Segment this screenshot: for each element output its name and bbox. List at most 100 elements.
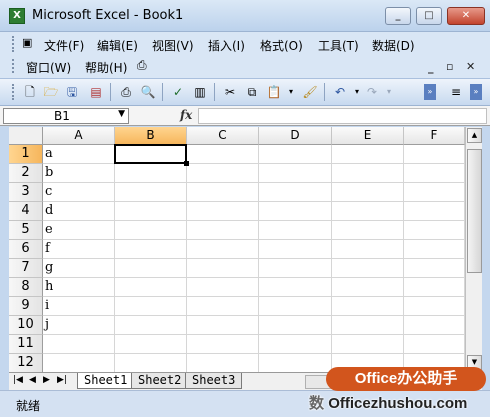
sheet-tab-2[interactable]: Sheet2	[131, 373, 189, 389]
cell-a3[interactable]: c	[43, 183, 115, 202]
cell-e3[interactable]	[332, 183, 404, 202]
format-painter-icon[interactable]: 🖌	[302, 84, 318, 100]
menu-help[interactable]: 帮助(H)	[85, 59, 127, 76]
cell-d8[interactable]	[259, 278, 332, 297]
cell-b8[interactable]	[115, 278, 187, 297]
row-header-12[interactable]: 12	[9, 354, 43, 372]
cell-a6[interactable]: f	[43, 240, 115, 259]
cell-b7[interactable]	[115, 259, 187, 278]
cell-f2[interactable]	[404, 164, 465, 183]
name-box[interactable]: B1 ▼	[3, 108, 129, 124]
menu-grip-handle-2[interactable]	[12, 59, 15, 73]
row-header-2[interactable]: 2	[9, 164, 43, 183]
cell-b4[interactable]	[115, 202, 187, 221]
cell-b2[interactable]	[115, 164, 187, 183]
redo-dropdown-icon[interactable]: ▾	[381, 84, 397, 100]
cell-e9[interactable]	[332, 297, 404, 316]
cell-f8[interactable]	[404, 278, 465, 297]
column-header-d[interactable]: D	[259, 127, 332, 145]
select-all-corner[interactable]	[9, 127, 43, 145]
last-sheet-icon[interactable]: ▶|	[57, 375, 67, 385]
cell-d7[interactable]	[259, 259, 332, 278]
row-header-1[interactable]: 1	[9, 145, 43, 164]
undo-dropdown-icon[interactable]: ▾	[349, 84, 365, 100]
cell-c1[interactable]	[187, 145, 259, 164]
cell-f5[interactable]	[404, 221, 465, 240]
cell-a12[interactable]	[43, 354, 115, 372]
doc-minimize-icon[interactable]: _	[428, 61, 434, 74]
row-header-11[interactable]: 11	[9, 335, 43, 354]
cell-c7[interactable]	[187, 259, 259, 278]
paste-dropdown-icon[interactable]: ▾	[283, 84, 299, 100]
next-sheet-icon[interactable]: ▶	[43, 375, 50, 385]
menu-edit[interactable]: 编辑(E)	[97, 37, 138, 54]
cell-a7[interactable]: g	[43, 259, 115, 278]
cell-b12[interactable]	[115, 354, 187, 372]
toolbar-options-icon-2[interactable]: »	[470, 84, 482, 100]
cell-a2[interactable]: b	[43, 164, 115, 183]
cell-f3[interactable]	[404, 183, 465, 202]
cell-c6[interactable]	[187, 240, 259, 259]
cell-a1[interactable]: a	[43, 145, 115, 164]
insert-function-icon[interactable]: fx	[180, 108, 192, 122]
chevron-down-icon[interactable]: ▼	[118, 109, 125, 119]
paste-icon[interactable]: 📋	[266, 84, 282, 100]
print-preview-icon[interactable]: 🔍	[140, 84, 156, 100]
cell-b9[interactable]	[115, 297, 187, 316]
menu-format[interactable]: 格式(O)	[260, 37, 303, 54]
cell-f1[interactable]	[404, 145, 465, 164]
camera-icon[interactable]: ⎙	[137, 58, 147, 73]
menu-tools[interactable]: 工具(T)	[318, 37, 359, 54]
cell-f9[interactable]	[404, 297, 465, 316]
cell-a5[interactable]: e	[43, 221, 115, 240]
scrollbar-thumb[interactable]	[467, 149, 482, 273]
minimize-button[interactable]: _	[385, 7, 411, 25]
row-header-7[interactable]: 7	[9, 259, 43, 278]
doc-menu-icon[interactable]: ▣	[22, 36, 32, 49]
menu-data[interactable]: 数据(D)	[372, 37, 415, 54]
column-header-e[interactable]: E	[332, 127, 404, 145]
cell-b11[interactable]	[115, 335, 187, 354]
column-header-b[interactable]: B	[115, 127, 187, 145]
column-header-a[interactable]: A	[43, 127, 115, 145]
spelling-icon[interactable]: ✓	[170, 84, 186, 100]
prev-sheet-icon[interactable]: ◀	[29, 375, 36, 385]
excel-app-icon[interactable]: X	[9, 8, 25, 24]
cell-a8[interactable]: h	[43, 278, 115, 297]
cell-c11[interactable]	[187, 335, 259, 354]
cell-c2[interactable]	[187, 164, 259, 183]
cell-b3[interactable]	[115, 183, 187, 202]
cell-d2[interactable]	[259, 164, 332, 183]
row-header-6[interactable]: 6	[9, 240, 43, 259]
cell-c5[interactable]	[187, 221, 259, 240]
cell-d10[interactable]	[259, 316, 332, 335]
open-folder-icon[interactable]: 🗁	[43, 84, 59, 100]
copy-icon[interactable]: ⧉	[244, 84, 260, 100]
column-header-c[interactable]: C	[187, 127, 259, 145]
first-sheet-icon[interactable]: |◀	[13, 375, 23, 385]
row-header-5[interactable]: 5	[9, 221, 43, 240]
row-header-4[interactable]: 4	[9, 202, 43, 221]
cell-f10[interactable]	[404, 316, 465, 335]
cell-e1[interactable]	[332, 145, 404, 164]
cell-c4[interactable]	[187, 202, 259, 221]
cell-d3[interactable]	[259, 183, 332, 202]
doc-restore-icon[interactable]: ▫	[446, 60, 453, 73]
cell-c3[interactable]	[187, 183, 259, 202]
vertical-scrollbar[interactable]: ▲ ▼	[465, 127, 482, 372]
cell-e11[interactable]	[332, 335, 404, 354]
menu-view[interactable]: 视图(V)	[152, 37, 194, 54]
menu-insert[interactable]: 插入(I)	[208, 37, 245, 54]
cell-c10[interactable]	[187, 316, 259, 335]
cut-icon[interactable]: ✂	[222, 84, 238, 100]
cell-a10[interactable]: j	[43, 316, 115, 335]
sheet-tab-3[interactable]: Sheet3	[185, 373, 243, 389]
cell-b10[interactable]	[115, 316, 187, 335]
cell-d12[interactable]	[259, 354, 332, 372]
permission-icon[interactable]: ▤	[88, 84, 104, 100]
cell-d1[interactable]	[259, 145, 332, 164]
cell-e6[interactable]	[332, 240, 404, 259]
toolbar-options-icon[interactable]: »	[424, 84, 436, 100]
cell-e7[interactable]	[332, 259, 404, 278]
cell-f7[interactable]	[404, 259, 465, 278]
